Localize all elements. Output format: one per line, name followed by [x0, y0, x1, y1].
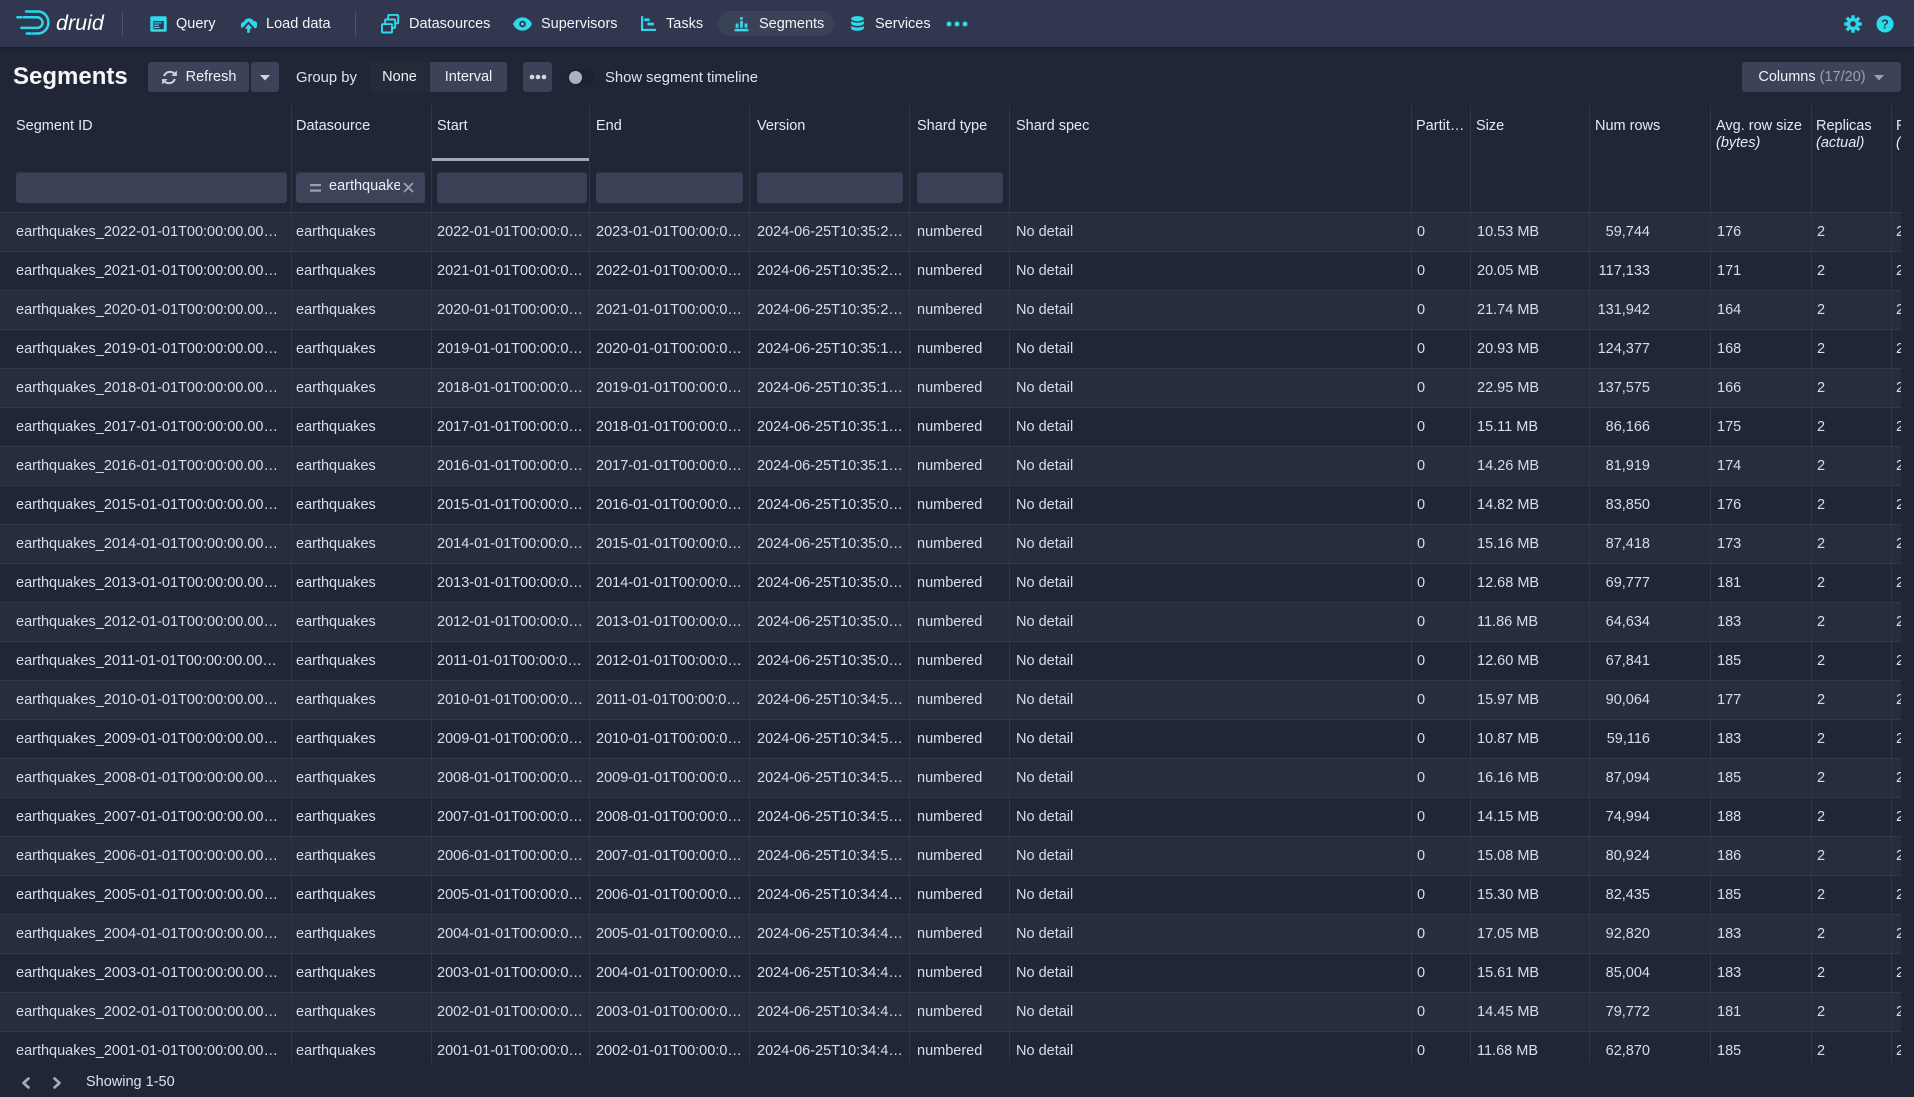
- svg-text:?: ?: [1881, 17, 1889, 31]
